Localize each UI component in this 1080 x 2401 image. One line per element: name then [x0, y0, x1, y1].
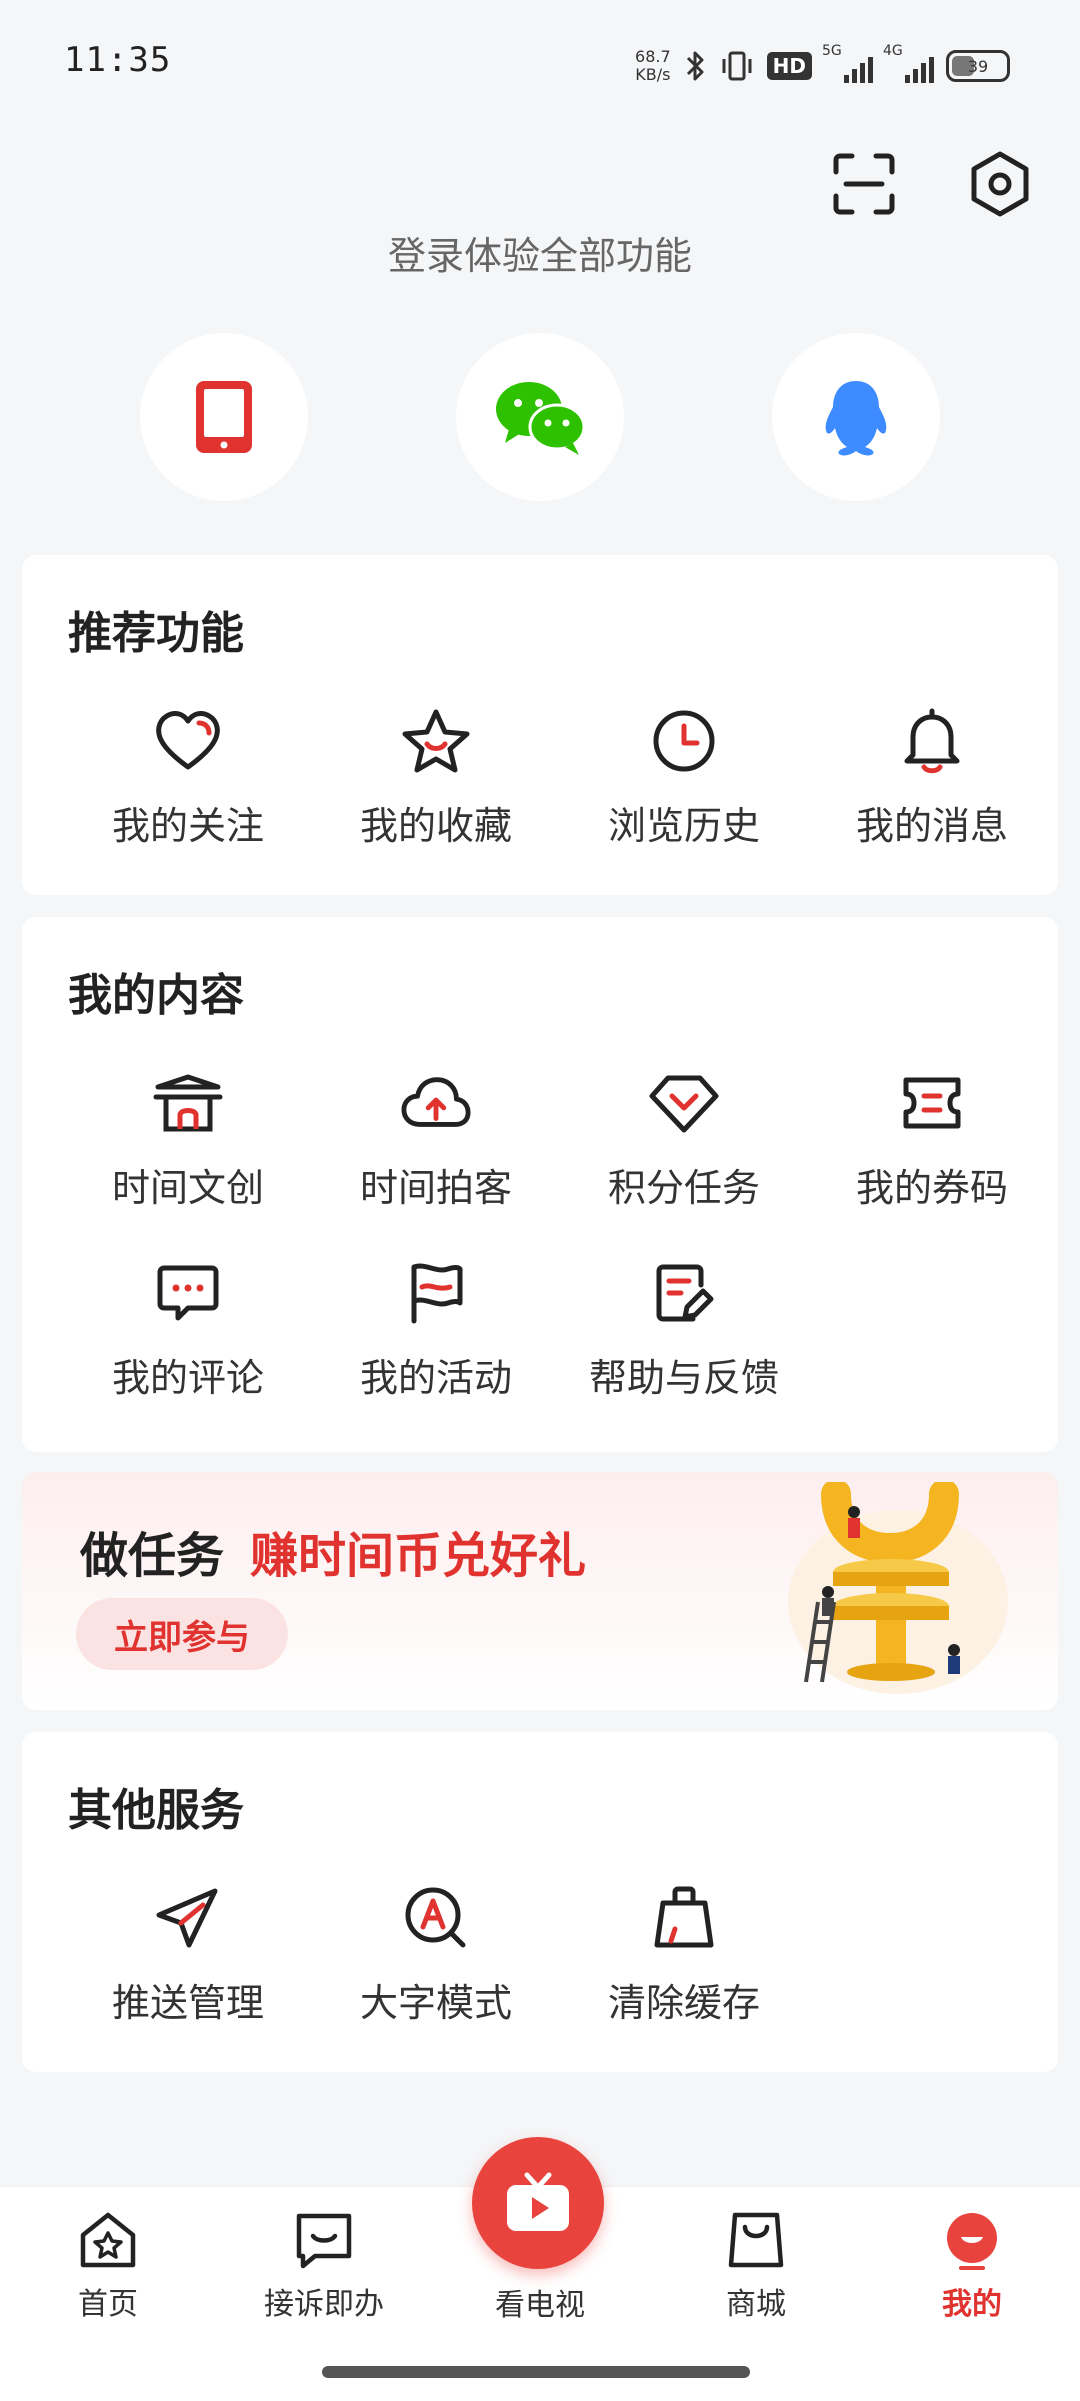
- phone-login-button[interactable]: [140, 333, 308, 501]
- push-management-label: 推送管理: [111, 1981, 264, 2025]
- bluetooth-icon: [686, 51, 704, 81]
- wechat-icon: [496, 382, 586, 455]
- hd-badge: HD: [766, 52, 812, 80]
- nav-mine[interactable]: 我的: [892, 2207, 1052, 2323]
- phone-icon: [196, 381, 252, 453]
- star-icon: [400, 705, 472, 777]
- other-services-title: 其他服务: [68, 1785, 244, 1836]
- login-prompt[interactable]: 登录体验全部功能: [0, 225, 1080, 280]
- recommended-card: 推荐功能 我的关注 我的收藏 浏览历史 我的消息: [22, 555, 1058, 895]
- network-speed: 68.7 KB/s: [635, 48, 671, 84]
- my-activities-button[interactable]: 我的活动: [312, 1257, 560, 1407]
- clear-cache-button[interactable]: 清除缓存: [560, 1882, 808, 2032]
- home-icon: [75, 2207, 141, 2273]
- join-now-button[interactable]: 立即参与: [76, 1598, 288, 1670]
- my-content-title: 我的内容: [68, 970, 244, 1021]
- nav-mall[interactable]: 商城: [676, 2207, 836, 2323]
- wechat-login-button[interactable]: [456, 333, 624, 501]
- scan-icon: [833, 153, 895, 215]
- signal-4g-label: 4G: [883, 43, 903, 59]
- qq-login-button[interactable]: [772, 333, 940, 501]
- diamond-icon: [648, 1067, 720, 1139]
- heart-icon: [152, 705, 224, 777]
- signal-5g-icon: 5G: [822, 43, 873, 83]
- status-indicators: 68.7 KB/s HD 5G 4G 39: [635, 38, 1010, 94]
- my-coupons-label: 我的券码: [855, 1166, 1008, 1210]
- network-speed-value: 68.7: [635, 47, 671, 66]
- banner-highlight: 赚时间币兑好礼: [250, 1528, 587, 1584]
- nav-home[interactable]: 首页: [28, 2207, 188, 2323]
- help-feedback-button[interactable]: 帮助与反馈: [560, 1257, 808, 1407]
- banner-title: 做任务: [80, 1528, 225, 1584]
- tv-icon: [507, 2172, 569, 2231]
- coin-illustration: [788, 1482, 1008, 1694]
- nav-mall-label: 商城: [726, 2287, 786, 2322]
- broom-icon: [648, 1882, 720, 1954]
- vibrate-icon: [722, 51, 752, 81]
- clock-icon: [648, 705, 720, 777]
- comment-icon: [152, 1257, 224, 1329]
- signal-4g-icon: 4G: [883, 43, 934, 83]
- task-banner[interactable]: 做任务 赚时间币兑好礼 立即参与: [22, 1472, 1058, 1710]
- pavilion-icon: [152, 1067, 224, 1139]
- battery-icon: 39: [946, 50, 1010, 82]
- my-messages-button[interactable]: 我的消息: [808, 705, 1056, 855]
- time-shooter-label: 时间拍客: [359, 1166, 512, 1210]
- my-comments-button[interactable]: 我的评论: [64, 1257, 312, 1407]
- shopping-bag-icon: [723, 2207, 789, 2273]
- watch-tv-button[interactable]: [472, 2137, 604, 2269]
- send-icon: [152, 1882, 224, 1954]
- time-creative-label: 时间文创: [111, 1166, 264, 1210]
- message-box-icon: [291, 2207, 357, 2273]
- battery-level: 39: [967, 56, 989, 76]
- flag-icon: [400, 1257, 472, 1329]
- ticket-icon: [896, 1067, 968, 1139]
- large-text-icon: [400, 1882, 472, 1954]
- my-follows-button[interactable]: 我的关注: [64, 705, 312, 855]
- help-feedback-label: 帮助与反馈: [588, 1356, 779, 1400]
- nav-complaints[interactable]: 接诉即办: [244, 2207, 404, 2323]
- nav-complaints-label: 接诉即办: [264, 2287, 384, 2322]
- feedback-icon: [648, 1257, 720, 1329]
- history-label: 浏览历史: [607, 804, 760, 848]
- time-creative-button[interactable]: 时间文创: [64, 1067, 312, 1217]
- history-button[interactable]: 浏览历史: [560, 705, 808, 855]
- home-indicator[interactable]: [322, 2366, 750, 2378]
- status-time: 11:35: [64, 40, 172, 80]
- signal-5g-label: 5G: [822, 43, 842, 59]
- network-speed-unit: KB/s: [635, 65, 671, 84]
- recommended-title: 推荐功能: [68, 608, 244, 659]
- other-services-card: 其他服务 推送管理 大字模式 清除缓存: [22, 1732, 1058, 2072]
- bell-icon: [896, 705, 968, 777]
- time-shooter-button[interactable]: 时间拍客: [312, 1067, 560, 1217]
- my-content-card: 我的内容 时间文创 时间拍客 积分任务 我的券码 我的评论 我的活动 帮助与反馈: [22, 917, 1058, 1452]
- clear-cache-label: 清除缓存: [607, 1981, 760, 2025]
- settings-icon: [971, 151, 1029, 217]
- my-messages-label: 我的消息: [855, 804, 1008, 848]
- nav-tv-label: 看电视: [495, 2288, 585, 2323]
- settings-button[interactable]: [966, 150, 1034, 218]
- push-management-button[interactable]: 推送管理: [64, 1882, 312, 2032]
- points-tasks-label: 积分任务: [607, 1166, 760, 1210]
- nav-home-label: 首页: [78, 2287, 138, 2322]
- qq-icon: [825, 381, 887, 456]
- my-activities-label: 我的活动: [359, 1356, 512, 1400]
- scan-button[interactable]: [830, 150, 898, 218]
- cloud-upload-icon: [400, 1067, 472, 1139]
- nav-mine-label: 我的: [942, 2287, 1002, 2322]
- points-tasks-button[interactable]: 积分任务: [560, 1067, 808, 1217]
- my-comments-label: 我的评论: [111, 1356, 264, 1400]
- large-text-button[interactable]: 大字模式: [312, 1882, 560, 2032]
- status-bar: 11:35 68.7 KB/s HD 5G 4G 39: [0, 0, 1080, 130]
- large-text-label: 大字模式: [359, 1981, 512, 2025]
- my-favorites-button[interactable]: 我的收藏: [312, 705, 560, 855]
- my-follows-label: 我的关注: [111, 804, 264, 848]
- profile-icon: [939, 2207, 1005, 2273]
- my-favorites-label: 我的收藏: [359, 804, 512, 848]
- my-coupons-button[interactable]: 我的券码: [808, 1067, 1056, 1217]
